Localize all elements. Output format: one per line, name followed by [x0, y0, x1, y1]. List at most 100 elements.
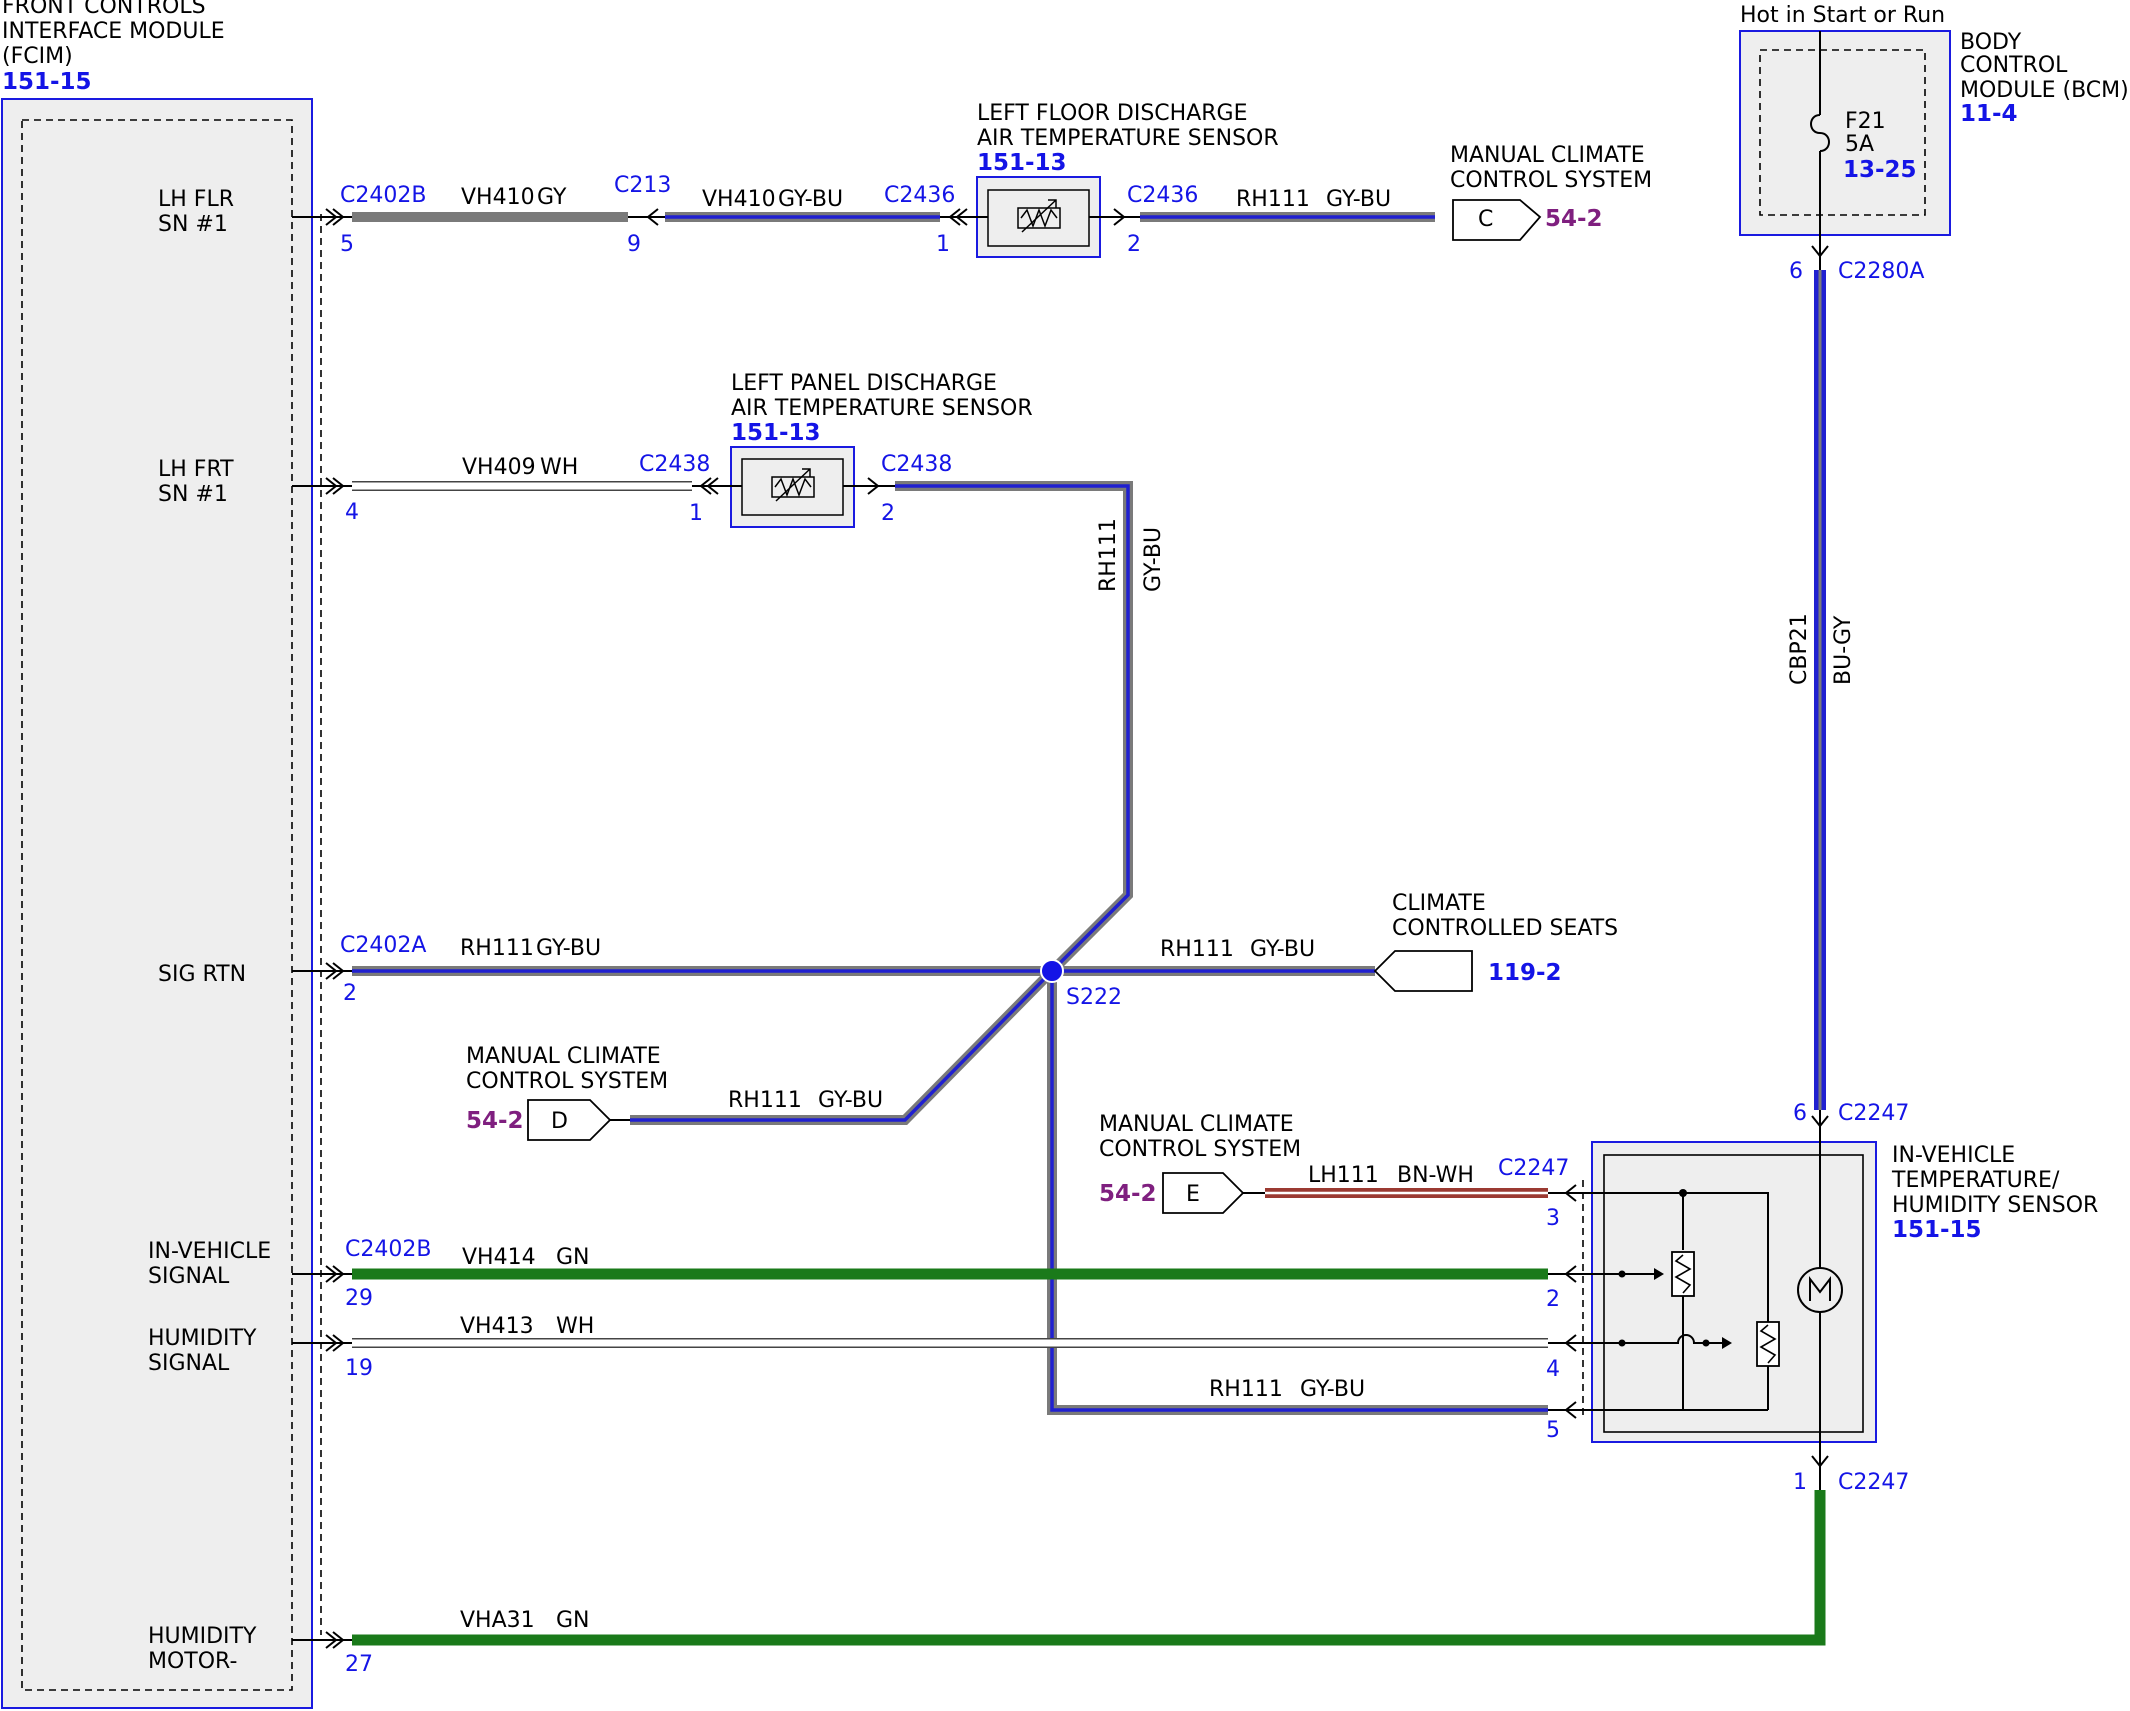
bcm-pin: 6 — [1789, 259, 1803, 284]
wire-rh111-top-color: GY-BU — [1326, 187, 1391, 212]
bcm-supply-label: Hot in Start or Run — [1740, 3, 1945, 28]
ivs-pin-5: 5 — [1546, 1418, 1560, 1443]
manual-e-flag — [1162, 1172, 1245, 1214]
wire-vha31-color: GN — [556, 1608, 590, 1633]
ivs-pin-3: 3 — [1546, 1206, 1560, 1231]
ivs-ref[interactable]: 151-15 — [1892, 1217, 1982, 1243]
fcim-pin-in-vehicle-line-2: SIGNAL — [148, 1264, 230, 1289]
wire-vha31-circuit: VHA31 — [460, 1608, 535, 1633]
wire-rh111-sensor-circuit: RH111 — [1209, 1377, 1283, 1402]
panel-sensor-title-line-1: LEFT PANEL DISCHARGE — [731, 371, 997, 396]
floor-sensor-title-line-1: LEFT FLOOR DISCHARGE — [977, 101, 1247, 126]
manual-d-line-1: MANUAL CLIMATE — [466, 1044, 661, 1069]
reference-manual-climate-d[interactable]: MANUAL CLIMATE CONTROL SYSTEM D 54-2 — [466, 1044, 668, 1141]
panel-sensor[interactable]: LEFT PANEL DISCHARGE AIR TEMPERATURE SEN… — [639, 371, 1033, 528]
manual-d-line-2: CONTROL SYSTEM — [466, 1069, 668, 1094]
wire-vh414-color: GN — [556, 1245, 590, 1270]
floor-sensor-pin-2: 2 — [1127, 232, 1141, 257]
ivs-top-pin: 6 — [1793, 1101, 1807, 1126]
manual-c-line-2: CONTROL SYSTEM — [1450, 168, 1652, 193]
fcim-ref[interactable]: 151-15 — [2, 69, 92, 95]
c213-label: C213 — [614, 173, 671, 198]
fcim-pin-lh-frt-line-2: SN #1 — [158, 482, 228, 507]
wire-vh410-gy-circuit: VH410 — [461, 185, 535, 210]
manual-c-line-1: MANUAL CLIMATE — [1450, 143, 1645, 168]
floor-sensor-ref[interactable]: 151-13 — [977, 150, 1067, 176]
motor-icon — [1797, 1267, 1843, 1313]
floor-sensor-inner — [987, 189, 1090, 247]
fcim-pin-4: 4 — [345, 500, 359, 525]
fcim-pin-humidity-motor-line-1: HUMIDITY — [148, 1624, 257, 1649]
wire-rh111-seats-circuit: RH111 — [1160, 937, 1234, 962]
ivs-bottom-connector: C2247 — [1838, 1470, 1909, 1495]
motor-circle — [1797, 1267, 1843, 1313]
bcm-module[interactable]: Hot in Start or Run F21 5A 13-25 BODY CO… — [1739, 3, 2129, 284]
wire-vh410-gy-bu-circuit: VH410 — [702, 187, 776, 212]
wire-rh111-panel-outer — [895, 481, 1133, 975]
reference-climate-seats[interactable]: CLIMATE CONTROLLED SEATS 119-2 — [1373, 891, 1618, 992]
panel-sensor-inner — [741, 458, 844, 516]
wiring-diagram: FRONT CONTROLS INTERFACE MODULE (FCIM) 1… — [1, 0, 2129, 1709]
fcim-pin-sig-rtn: SIG RTN — [158, 962, 246, 987]
fcim-module: FRONT CONTROLS INTERFACE MODULE (FCIM) 1… — [1, 0, 322, 1709]
fuse-label-line-2: 5A — [1845, 132, 1874, 157]
manual-c-flag — [1452, 199, 1542, 241]
humidity-thermistor-icon — [1756, 1321, 1780, 1367]
wire-rh111-sig-color: GY-BU — [536, 936, 601, 961]
fcim-title-line-1: FRONT CONTROLS — [2, 0, 206, 19]
floor-sensor-title-line-2: AIR TEMPERATURE SENSOR — [977, 126, 1279, 151]
fuse-label-line-1: F21 — [1845, 109, 1886, 134]
ivs-node-humidity-left — [1618, 1339, 1626, 1347]
seats-ref[interactable]: 119-2 — [1488, 960, 1562, 986]
manual-d-flag — [527, 1099, 612, 1141]
fcim-pin-humidity-signal-line-1: HUMIDITY — [148, 1326, 257, 1351]
ivs-side-connector: C2247 — [1498, 1156, 1569, 1181]
bcm-ref[interactable]: 11-4 — [1960, 101, 2018, 127]
floor-sensor-connector-in: C2436 — [884, 183, 955, 208]
seats-line-2: CONTROLLED SEATS — [1392, 916, 1618, 941]
fcim-pin-lh-frt-line-1: LH FRT — [158, 457, 234, 482]
fcim-title-line-3: (FCIM) — [2, 44, 73, 69]
in-vehicle-sensor[interactable]: IN-VEHICLE TEMPERATURE/ HUMIDITY SENSOR … — [1498, 1101, 2098, 1495]
manual-e-ref[interactable]: 54-2 — [1099, 1181, 1157, 1207]
fcim-box — [1, 98, 313, 1709]
ivs-pin-4: 4 — [1546, 1357, 1560, 1382]
bcm-title-line-1: BODY — [1960, 30, 2022, 55]
ivs-pin-2: 2 — [1546, 1287, 1560, 1312]
ivs-title-line-2: TEMPERATURE/ — [1891, 1168, 2060, 1193]
manual-e-line-2: CONTROL SYSTEM — [1099, 1137, 1301, 1162]
panel-sensor-ref[interactable]: 151-13 — [731, 420, 821, 446]
hum-thermistor-body — [1756, 1321, 1780, 1367]
splice-dot — [1040, 959, 1064, 983]
floor-sensor[interactable]: LEFT FLOOR DISCHARGE AIR TEMPERATURE SEN… — [884, 101, 1279, 258]
fcim-pin-in-vehicle-line-1: IN-VEHICLE — [148, 1239, 271, 1264]
wire-vh410-gy-color: GY — [537, 185, 567, 210]
wire-rh111-sensor-color: GY-BU — [1300, 1377, 1365, 1402]
fcim-pin-lh-flr-line-1: LH FLR — [158, 187, 234, 212]
wire-cbp21-circuit: CBP21 — [1787, 613, 1812, 685]
ivs-title-line-1: IN-VEHICLE — [1892, 1143, 2015, 1168]
manual-c-letter: C — [1478, 207, 1493, 232]
bcm-title-line-3: MODULE (BCM) — [1960, 78, 2129, 103]
wire-rh111-panel-to-splice[interactable] — [895, 481, 1133, 975]
manual-d-ref[interactable]: 54-2 — [466, 1108, 524, 1134]
wire-rh111-top-circuit: RH111 — [1236, 187, 1310, 212]
wire-cbp21-color: BU-GY — [1831, 615, 1856, 685]
wire-vh414-circuit: VH414 — [462, 1245, 536, 1270]
wire-vh409-circuit: VH409 — [462, 455, 536, 480]
wire-rh111-vertical-circuit: RH111 — [1096, 518, 1121, 592]
fcim-pin-lh-flr-line-2: SN #1 — [158, 212, 228, 237]
fcim-pin-29: 29 — [345, 1286, 373, 1311]
wire-rh111-panel-inner — [895, 484, 1130, 973]
ivs-bottom-pin: 1 — [1793, 1470, 1807, 1495]
bcm-connector: C2280A — [1838, 259, 1924, 284]
fcim-connector-c2402a: C2402A — [340, 933, 426, 958]
fcim-connector-c2402b-bottom: C2402B — [345, 1237, 431, 1262]
reference-manual-climate-c[interactable]: MANUAL CLIMATE CONTROL SYSTEM C 54-2 — [1450, 143, 1652, 241]
wire-rh111-seats-color: GY-BU — [1250, 937, 1315, 962]
wire-vh413-circuit: VH413 — [460, 1314, 534, 1339]
manual-e-line-1: MANUAL CLIMATE — [1099, 1112, 1294, 1137]
seats-flag — [1373, 950, 1473, 992]
manual-c-ref[interactable]: 54-2 — [1545, 206, 1603, 232]
fuse-ref[interactable]: 13-25 — [1843, 157, 1917, 183]
